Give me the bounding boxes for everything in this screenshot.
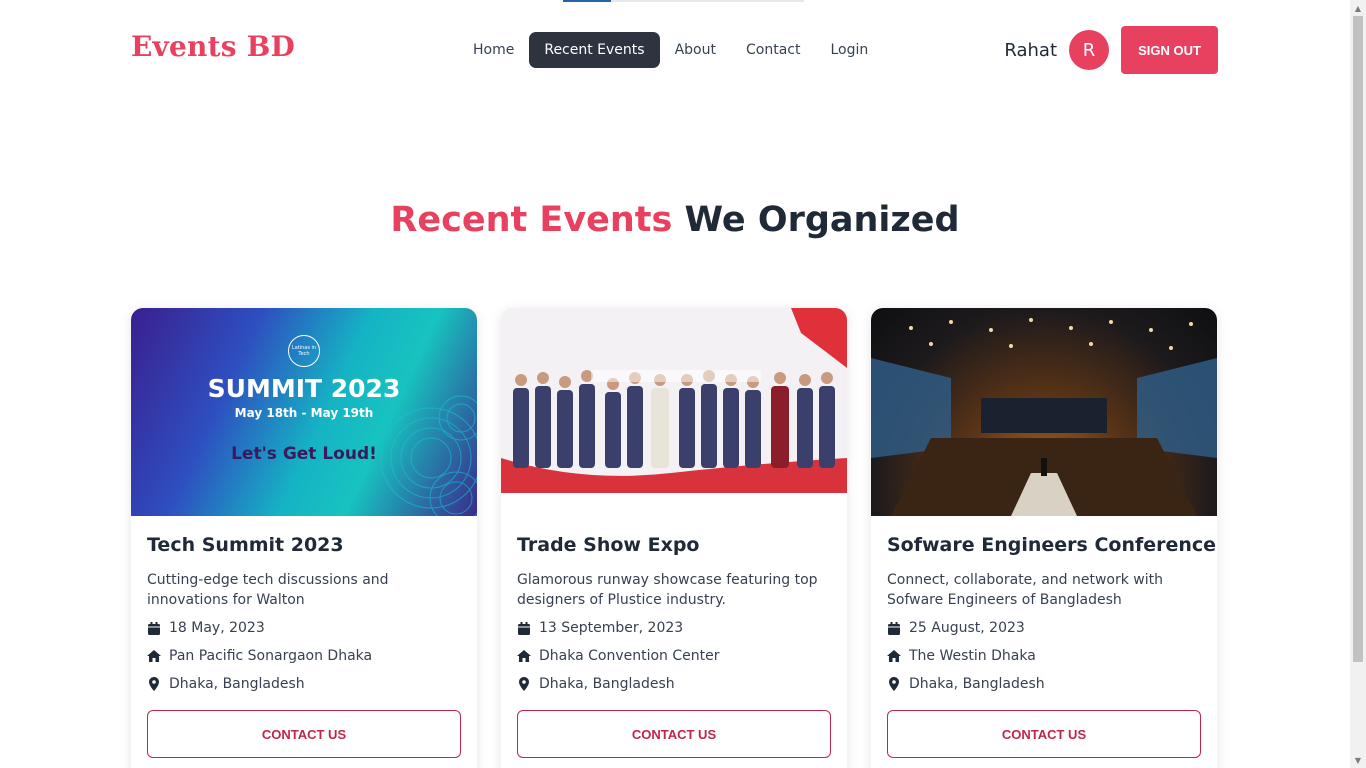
map-pin-icon	[887, 677, 901, 691]
card-description: Glamorous runway showcase featuring top …	[517, 572, 818, 608]
scroll-down-arrow-icon[interactable]: ▼	[1350, 752, 1366, 768]
home-icon	[147, 649, 161, 663]
card-body: Sofware Engineers Conference Connect, co…	[871, 516, 1217, 758]
card-date-row: 18 May, 2023	[147, 614, 461, 642]
loading-bar-fill	[563, 0, 611, 2]
navbar: Events BD Home Recent Events About Conta…	[131, 26, 1218, 74]
card-body: Tech Summit 2023 Cutting-edge tech discu…	[131, 516, 477, 758]
map-pin-icon	[147, 677, 161, 691]
contact-us-button[interactable]: CONTACT US	[887, 710, 1201, 758]
site-logo[interactable]: Events BD	[131, 30, 295, 63]
section-title-accent: Recent Events	[390, 200, 673, 240]
event-card: Sofware Engineers Conference Connect, co…	[871, 308, 1217, 768]
nav-item-about[interactable]: About	[660, 32, 731, 68]
card-location: Dhaka, Bangladesh	[909, 676, 1045, 692]
summit-dates: May 18th - May 19th	[234, 406, 374, 420]
home-icon	[887, 649, 901, 663]
conference-photo-art	[871, 318, 1217, 516]
card-date: 25 August, 2023	[909, 620, 1025, 636]
summit-headline: SUMMIT 2023	[207, 374, 401, 403]
event-card: Latinas in Tech SUMMIT 2023 May 18th - M…	[131, 308, 477, 768]
section-title: Recent Events We Organized	[0, 200, 1350, 240]
calendar-icon	[147, 621, 161, 635]
home-icon	[517, 649, 531, 663]
map-pin-icon	[517, 677, 531, 691]
nav-item-home[interactable]: Home	[458, 32, 529, 68]
event-card: Trade Show Expo Glamorous runway showcas…	[501, 308, 847, 768]
card-venue: The Westin Dhaka	[909, 648, 1036, 664]
event-image-tech-summit: Latinas in Tech SUMMIT 2023 May 18th - M…	[131, 308, 477, 516]
event-image-conference	[871, 308, 1217, 516]
card-venue-row: Dhaka Convention Center	[517, 642, 831, 670]
card-location: Dhaka, Bangladesh	[539, 676, 675, 692]
user-area: Rahat R SIGN OUT	[1004, 26, 1218, 74]
card-location-row: Dhaka, Bangladesh	[517, 670, 831, 698]
card-date: 13 September, 2023	[539, 620, 684, 636]
latinas-in-tech-logo: Latinas in Tech	[288, 335, 320, 367]
nav-menu: Home Recent Events About Contact Login	[458, 32, 883, 68]
sign-out-button[interactable]: SIGN OUT	[1121, 26, 1218, 74]
scroll-up-arrow-icon[interactable]: ▲	[1350, 0, 1366, 16]
card-date-row: 13 September, 2023	[517, 614, 831, 642]
card-location-row: Dhaka, Bangladesh	[887, 670, 1201, 698]
avatar[interactable]: R	[1069, 30, 1109, 70]
card-description: Connect, collaborate, and network with S…	[887, 572, 1163, 608]
trade-show-photo-art	[501, 308, 847, 516]
user-name: Rahat	[1004, 39, 1057, 61]
card-location: Dhaka, Bangladesh	[169, 676, 305, 692]
scrollbar-thumb[interactable]	[1353, 16, 1363, 662]
nav-item-recent-events[interactable]: Recent Events	[529, 32, 660, 68]
card-venue: Pan Pacific Sonargaon Dhaka	[169, 648, 373, 664]
card-venue: Dhaka Convention Center	[539, 648, 720, 664]
card-date: 18 May, 2023	[169, 620, 265, 636]
card-title: Tech Summit 2023	[147, 534, 344, 556]
event-cards: Latinas in Tech SUMMIT 2023 May 18th - M…	[131, 308, 1219, 768]
card-date-row: 25 August, 2023	[887, 614, 1201, 642]
contact-us-button[interactable]: CONTACT US	[517, 710, 831, 758]
nav-item-contact[interactable]: Contact	[731, 32, 815, 68]
card-description: Cutting-edge tech discussions and innova…	[147, 572, 389, 608]
calendar-icon	[517, 621, 531, 635]
nav-item-login[interactable]: Login	[815, 32, 883, 68]
page-scrollbar[interactable]: ▲ ▼	[1350, 0, 1366, 768]
card-venue-row: Pan Pacific Sonargaon Dhaka	[147, 642, 461, 670]
contact-us-button[interactable]: CONTACT US	[147, 710, 461, 758]
card-venue-row: The Westin Dhaka	[887, 642, 1201, 670]
summit-tagline: Let's Get Loud!	[231, 444, 377, 464]
section-title-rest: We Organized	[684, 200, 960, 240]
event-image-trade-show	[501, 308, 847, 516]
card-body: Trade Show Expo Glamorous runway showcas…	[501, 516, 847, 758]
card-title: Sofware Engineers Conference	[887, 534, 1217, 556]
card-title: Trade Show Expo	[517, 534, 700, 556]
calendar-icon	[887, 621, 901, 635]
card-location-row: Dhaka, Bangladesh	[147, 670, 461, 698]
